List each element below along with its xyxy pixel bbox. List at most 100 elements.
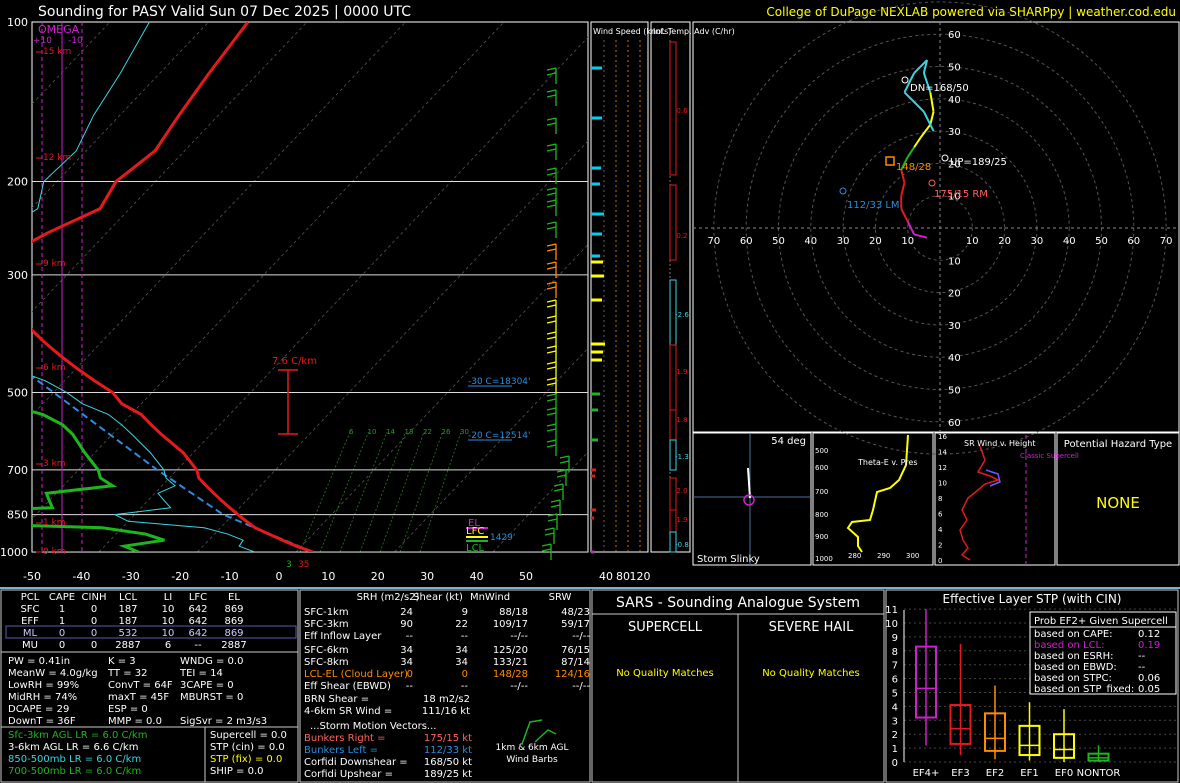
parcel-header: PCL <box>21 592 40 603</box>
mixing-ratio-line <box>319 431 369 552</box>
stp-ytick: 2 <box>892 730 898 741</box>
kin-cell: 34 <box>400 657 413 668</box>
hodograph-ring-label: 40 <box>948 353 961 364</box>
hodograph-segment <box>903 91 925 113</box>
omega-label: OMEGA <box>38 23 80 36</box>
storm-motion-label: Bunkers Left = <box>304 745 378 756</box>
parcel-cell: 0 <box>91 628 97 639</box>
isotherm-line <box>394 347 588 552</box>
wind-barb-flag <box>546 439 557 443</box>
wind-barb-flag <box>546 377 557 381</box>
sars-title: SARS - Sounding Analogue System <box>616 595 860 611</box>
wind-barb-flag <box>546 148 557 152</box>
bottom-panels: PCL CAPE CINH LCL LI LFC ELSFC 1 0 187 10 642 869EFF… <box>0 589 1179 783</box>
index-text: LowRH = 99% <box>8 680 79 691</box>
srw46-label: 4-6km SR Wind = <box>304 706 392 717</box>
sounding-display: Sounding for PASY Valid Sun 07 Dec 2025 … <box>0 1 1180 783</box>
isotherm-line <box>98 36 588 552</box>
wind-barb-flag <box>546 398 557 402</box>
storm-motion-label: Corfidi Upshear = <box>304 769 393 780</box>
sfc-temp-label: 35 <box>298 560 309 570</box>
sars-hail: SEVERE HAIL <box>769 620 854 635</box>
cloud-layer-marker <box>885 156 895 166</box>
prob-value: 0.12 <box>1138 629 1160 640</box>
storm-motion-value: 112/33 kt <box>424 745 472 756</box>
parcel-cell: 1 <box>59 616 65 627</box>
hodograph-ring-label: 30 <box>1031 236 1044 247</box>
kin-cell: --/-- <box>572 681 590 692</box>
parcel-header: LI <box>164 592 173 603</box>
height-label: 15 km <box>43 47 71 57</box>
mixing-ratio-label: 10 <box>368 428 377 436</box>
wind-barb-flag <box>546 94 557 98</box>
stp-class-label: EF0 <box>1055 768 1073 779</box>
kin-cell: 0 <box>462 669 468 680</box>
temp-tick-label: 50 <box>519 570 533 583</box>
prob-title: Prob EF2+ Given Supercell <box>1034 616 1168 627</box>
kin-cell: 88/18 <box>499 607 528 618</box>
kin-cell: --/-- <box>510 681 528 692</box>
parcel-cell: MU <box>22 640 38 651</box>
bunkers-right-marker <box>928 179 936 187</box>
kin-cell: 34 <box>455 657 468 668</box>
lapse-label: 7.6 C/km <box>272 356 317 367</box>
kin-cell: -- <box>461 681 469 692</box>
prob-value: 0.19 <box>1138 640 1160 651</box>
kin-cell: 0 <box>407 669 413 680</box>
wind-barb-flag <box>544 532 555 536</box>
slinky-frame <box>692 432 812 566</box>
index-text: maxT = 45F <box>108 692 169 703</box>
stp-boxplot: Effective Layer STP (with CIN) 0 1 2 3 4 5 6 7 8 9… <box>885 592 1177 779</box>
stp-ytick: 3 <box>892 716 898 727</box>
index-text: ESP = 0 <box>108 704 148 715</box>
windspeed-tick: 120 <box>630 570 651 583</box>
isotherm-line <box>492 451 588 552</box>
temperature-trace <box>32 22 314 552</box>
inftemp-bar <box>669 477 677 511</box>
wind-barb-flag <box>546 192 557 196</box>
stp-ytick: 11 <box>885 605 898 616</box>
inftemp-bar <box>669 279 677 441</box>
kin-cell: 9 <box>462 607 468 618</box>
wind-barb-flag <box>546 261 557 265</box>
corfidi-down-marker <box>901 76 909 84</box>
stp-ytick: 6 <box>892 675 898 686</box>
brn-label: BRN Shear = <box>304 694 369 705</box>
parcel-cell: 187 <box>118 604 137 615</box>
hodograph-ring-label: 50 <box>1095 236 1108 247</box>
inftemp-bar <box>669 41 677 176</box>
wind-barb-flag <box>546 286 557 290</box>
srwind-trace <box>959 445 1001 561</box>
stp-ytick: 4 <box>892 702 898 713</box>
hodograph-ring-label: 70 <box>1160 236 1173 247</box>
inftemp-label: 0.6 <box>676 107 688 115</box>
theta-ylabel: 800 <box>815 511 828 519</box>
mixing-ratio-line <box>419 431 462 552</box>
srwind-ylabel: 4 <box>938 526 943 534</box>
kin-cell: 124/16 <box>555 669 590 680</box>
kin-cell: 125/20 <box>493 645 528 656</box>
srwind-ylabel: 2 <box>938 542 942 550</box>
prob-label: based on STP_fixed: <box>1034 684 1134 695</box>
height-label: 9 km <box>43 259 66 269</box>
hodograph-segment <box>913 137 922 148</box>
storm-motion-title: ...Storm Motion Vectors... <box>310 721 436 732</box>
hodograph-segment <box>903 85 909 93</box>
srwind-ylabel: 12 <box>938 464 947 472</box>
index-text: K = 3 <box>108 656 136 667</box>
brn-value: 18 m2/s2 <box>423 694 470 705</box>
stp-ytick: 1 <box>892 744 898 755</box>
hodograph-plot: 60504030201010203040506070 60 50 40 30 20 10 10… <box>693 1 1179 455</box>
mixing-ratio-label: 30 <box>460 428 469 436</box>
omega-tick: +10 <box>33 36 52 46</box>
bunkers-right-label: 175/15 RM <box>934 189 988 200</box>
srwind-ylabel: 16 <box>938 433 947 441</box>
wetbulb-trace <box>32 22 255 552</box>
parcel-cell: 6 <box>165 640 171 651</box>
inftemp-label: 1.8 <box>676 416 687 424</box>
parcel-header: LFC <box>189 592 207 603</box>
index-text: 3CAPE = 0 <box>180 680 234 691</box>
hodograph-segment <box>900 182 906 196</box>
theta-xlabel: 280 <box>848 552 861 560</box>
index-text: ConvT = 64F <box>108 680 173 691</box>
